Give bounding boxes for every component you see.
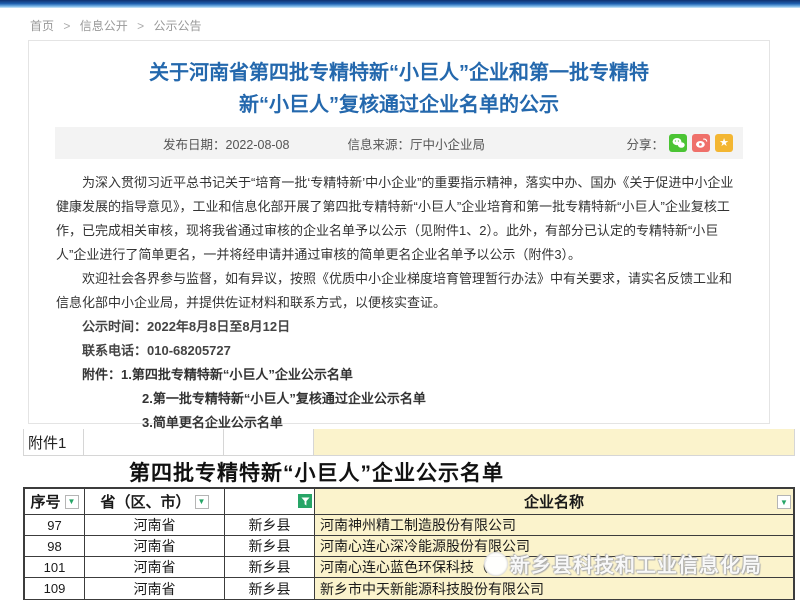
attachment-item-1: 1.第四批专精特新“小巨人”企业公示名单 — [121, 367, 353, 382]
empty-cell — [83, 429, 223, 455]
paragraph-1: 为深入贯彻习近平总书记关于“培育一批‘专精特新’中小企业”的重要指示精神，落实中… — [56, 171, 742, 267]
table-row: 97 河南省 新乡县 河南神州精工制造股份有限公司 — [25, 515, 793, 536]
article-container: 关于河南省第四批专精特新“小巨人”企业和第一批专精特 新“小巨人”复核通过企业名… — [28, 40, 770, 424]
sheet-title: 第四批专精特新“小巨人”企业公示名单 — [129, 457, 504, 487]
breadcrumb-separator: > — [63, 19, 70, 33]
article-title-line1: 关于河南省第四批专精特新“小巨人”企业和第一批专精特 — [149, 62, 649, 84]
funnel-glyph — [301, 497, 310, 506]
empty-yellow-cell — [313, 429, 795, 455]
table-row: 109 河南省 新乡县 新乡市中天新能源科技股份有限公司 — [25, 578, 793, 599]
breadcrumb-current: 公示公告 — [153, 19, 201, 33]
cell-county[interactable]: 新乡县 — [225, 515, 315, 535]
column-header-province-label: 省（区、市） — [100, 491, 190, 512]
share-label: 分享： — [626, 134, 664, 153]
site-banner-edge — [0, 0, 800, 8]
cell-province[interactable]: 河南省 — [85, 536, 225, 556]
article-body: 为深入贯彻习近平总书记关于“培育一批‘专精特新’中小企业”的重要指示精神，落实中… — [56, 171, 742, 459]
cell-seq[interactable]: 98 — [25, 536, 85, 556]
attachment-line-1: 附件：1.第四批专精特新“小巨人”企业公示名单 — [56, 363, 742, 387]
info-source-label: 信息来源： — [347, 138, 410, 152]
cell-county[interactable]: 新乡县 — [225, 578, 315, 599]
share-group: 分享： ★ — [626, 134, 733, 153]
article-title: 关于河南省第四批专精特新“小巨人”企业和第一批专精特 新“小巨人”复核通过企业名… — [59, 57, 739, 121]
table-row: 101 河南省 新乡县 河南心连心蓝色环保科技（ — [25, 557, 793, 578]
sheet-label-row: 附件1 — [23, 429, 795, 456]
cell-province[interactable]: 河南省 — [85, 515, 225, 535]
publicity-period-line: 公示时间：2022年8月8日至8月12日 — [56, 315, 742, 339]
column-header-company: 企业名称 ▼ — [315, 489, 793, 514]
attachment1-spreadsheet: 附件1 第四批专精特新“小巨人”企业公示名单 序号 ▼ 省（区、市） ▼ — [23, 429, 795, 600]
cell-company[interactable]: 河南心连心蓝色环保科技（ — [315, 557, 793, 577]
column-header-seq-label: 序号 — [30, 491, 60, 512]
attachment1-cell: 附件1 — [23, 429, 83, 455]
info-source-value: 厅中小企业局 — [410, 138, 485, 152]
weibo-eye-icon — [695, 137, 708, 149]
column-header-county — [225, 489, 315, 514]
breadcrumb-home[interactable]: 首页 — [30, 19, 54, 33]
wechat-bubbles-icon — [672, 137, 685, 149]
column-header-company-label: 企业名称 — [524, 491, 584, 512]
table-row: 98 河南省 新乡县 河南心连心深冷能源股份有限公司 — [25, 536, 793, 557]
publish-date: 发布日期：2022-08-08 — [163, 134, 289, 153]
share-weibo-icon[interactable] — [692, 134, 710, 152]
publish-date-label: 发布日期： — [163, 138, 226, 152]
sheet-header-row: 序号 ▼ 省（区、市） ▼ 企业名称 ▼ — [25, 489, 793, 515]
cell-seq[interactable]: 101 — [25, 557, 85, 577]
attachment-line-2: 2.第一批专精特新“小巨人”复核通过企业公示名单 — [56, 387, 742, 411]
cell-province[interactable]: 河南省 — [85, 557, 225, 577]
article-title-line2: 新“小巨人”复核通过企业名单的公示 — [239, 94, 559, 116]
breadcrumb-separator: > — [137, 19, 144, 33]
publish-date-value: 2022-08-08 — [226, 138, 290, 152]
cell-company[interactable]: 河南心连心深冷能源股份有限公司 — [315, 536, 793, 556]
cell-county[interactable]: 新乡县 — [225, 536, 315, 556]
cell-county[interactable]: 新乡县 — [225, 557, 315, 577]
paragraph-2: 欢迎社会各界参与监督，如有异议，按照《优质中小企业梯度培育管理暂行办法》中有关要… — [56, 267, 742, 315]
cell-company[interactable]: 河南神州精工制造股份有限公司 — [315, 515, 793, 535]
filter-dropdown-icon[interactable]: ▼ — [777, 495, 791, 509]
contact-phone-line: 联系电话：010-68205727 — [56, 339, 742, 363]
breadcrumb-info-disclosure[interactable]: 信息公开 — [80, 19, 128, 33]
sheet-title-row: 第四批专精特新“小巨人”企业公示名单 — [23, 456, 795, 487]
info-source: 信息来源：厅中小企业局 — [347, 134, 485, 153]
cell-seq[interactable]: 97 — [25, 515, 85, 535]
share-qzone-star-icon[interactable]: ★ — [715, 134, 733, 152]
cell-company[interactable]: 新乡市中天新能源科技股份有限公司 — [315, 578, 793, 599]
filter-dropdown-icon[interactable]: ▼ — [195, 495, 209, 509]
attachment-label: 附件： — [82, 367, 121, 382]
cell-seq[interactable]: 109 — [25, 578, 85, 599]
breadcrumb: 首页 > 信息公开 > 公示公告 — [30, 17, 201, 34]
share-wechat-icon[interactable] — [669, 134, 687, 152]
column-header-province: 省（区、市） ▼ — [85, 489, 225, 514]
active-filter-funnel-icon[interactable] — [298, 494, 312, 508]
article-meta-bar: 发布日期：2022-08-08 信息来源：厅中小企业局 分享： — [55, 127, 743, 159]
page: 首页 > 信息公开 > 公示公告 关于河南省第四批专精特新“小巨人”企业和第一批… — [0, 0, 800, 600]
empty-cell — [223, 429, 313, 455]
column-header-seq: 序号 ▼ — [25, 489, 85, 514]
sheet-grid: 序号 ▼ 省（区、市） ▼ 企业名称 ▼ — [23, 487, 795, 600]
filter-dropdown-icon[interactable]: ▼ — [65, 495, 79, 509]
cell-province[interactable]: 河南省 — [85, 578, 225, 599]
